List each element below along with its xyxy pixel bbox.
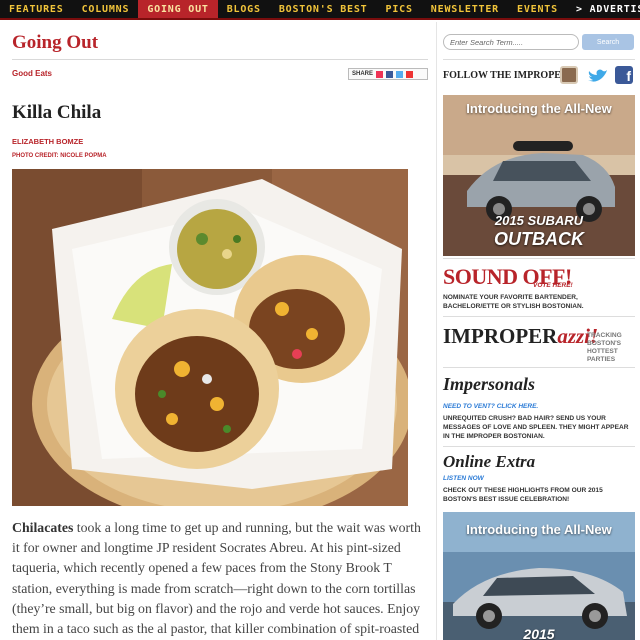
nav-advertising[interactable]: > ADVERTISING xyxy=(567,0,640,18)
article-photo-tacos xyxy=(12,169,408,506)
sidebar-divider xyxy=(443,59,635,60)
article-column: Going Out Good Eats SHARE Killa Chila EL… xyxy=(0,22,436,640)
nav-pics[interactable]: PICS xyxy=(377,0,422,18)
top-nav: FEATURES COLUMNS GOING OUT BLOGS BOSTON'… xyxy=(0,0,640,20)
nav-features[interactable]: FEATURES xyxy=(0,0,73,18)
article-body: Chilacates took a long time to get up an… xyxy=(12,518,427,640)
page: FEATURES COLUMNS GOING OUT BLOGS BOSTON'… xyxy=(0,0,640,640)
improperazzi-tracking: TRACKING BOSTON'S HOTTEST PARTIES xyxy=(587,332,622,363)
ad-title: Introducing the All-New xyxy=(466,522,612,537)
article-headline: Killa Chila xyxy=(12,102,102,123)
sidebar: Search FOLLOW THE IMPROPER f Introducing… xyxy=(436,22,640,640)
online-extra-text: CHECK OUT THESE HIGHLIGHTS FROM OUR 2015… xyxy=(443,487,603,503)
ad-model-name: OUTBACK xyxy=(494,229,584,249)
follow-label: FOLLOW THE IMPROPER xyxy=(443,70,569,81)
share-label: SHARE xyxy=(352,71,374,77)
vote-here-link[interactable]: VOTE HERE! xyxy=(533,282,573,289)
twitter-icon[interactable] xyxy=(587,68,609,84)
tacos-image xyxy=(12,169,408,506)
nav-columns[interactable]: COLUMNS xyxy=(73,0,139,18)
section-divider xyxy=(12,59,428,60)
facebook-share-icon xyxy=(386,70,394,78)
sidebar-divider xyxy=(443,367,635,368)
subaru-outback-ad[interactable]: Introducing the All-New 2015 SUBARU OUTB… xyxy=(443,95,635,256)
improperazzi-title[interactable]: IMPROPERazzi! xyxy=(443,324,598,349)
nav-bostons-best[interactable]: BOSTON'S BEST xyxy=(270,0,377,18)
share-add-icon xyxy=(376,70,384,78)
nav-events[interactable]: EVENTS xyxy=(508,0,567,18)
article-lead-term: Chilacates xyxy=(12,520,74,535)
nav-newsletter[interactable]: NEWSLETTER xyxy=(422,0,508,18)
impersonals-text: UNREQUITED CRUSH? BAD HAIR? SEND US YOUR… xyxy=(443,415,629,440)
listen-now-link[interactable]: LISTEN NOW xyxy=(443,475,484,482)
author-link[interactable]: ELIZABETH BOMZE xyxy=(12,137,83,146)
subaru-legacy-ad[interactable]: Introducing the All-New 2015 xyxy=(443,512,635,640)
ad-model-year: 2015 xyxy=(523,626,555,640)
facebook-icon[interactable]: f xyxy=(615,66,633,84)
impersonals-link[interactable]: NEED TO VENT? CLICK HERE. xyxy=(443,403,538,410)
nav-going-out[interactable]: GOING OUT xyxy=(138,0,218,18)
category-link[interactable]: Good Eats xyxy=(12,69,52,78)
search-input[interactable] xyxy=(443,34,579,50)
photo-credit: PHOTO CREDIT: NICOLE POPMA xyxy=(12,153,107,159)
instagram-icon[interactable] xyxy=(560,66,578,84)
share-button[interactable]: SHARE xyxy=(348,68,428,80)
sound-off-text: NOMINATE YOUR FAVORITE BARTENDER, BACHEL… xyxy=(443,294,584,310)
ad-title: Introducing the All-New xyxy=(466,101,612,116)
impersonals-title[interactable]: Impersonals xyxy=(443,374,535,395)
sidebar-divider xyxy=(443,446,635,447)
section-title: Going Out xyxy=(12,32,99,53)
email-share-icon xyxy=(406,70,414,78)
online-extra-title[interactable]: Online Extra xyxy=(443,452,535,472)
ad-model-year: 2015 SUBARU xyxy=(494,213,584,228)
nav-blogs[interactable]: BLOGS xyxy=(218,0,270,18)
sidebar-divider xyxy=(443,258,635,259)
search-button[interactable]: Search xyxy=(582,34,634,50)
sidebar-divider xyxy=(443,316,635,317)
twitter-share-icon xyxy=(396,70,404,78)
article-body-text: took a long time to get up and running, … xyxy=(12,520,421,637)
improperazzi-title-a: IMPROPER xyxy=(443,324,558,348)
